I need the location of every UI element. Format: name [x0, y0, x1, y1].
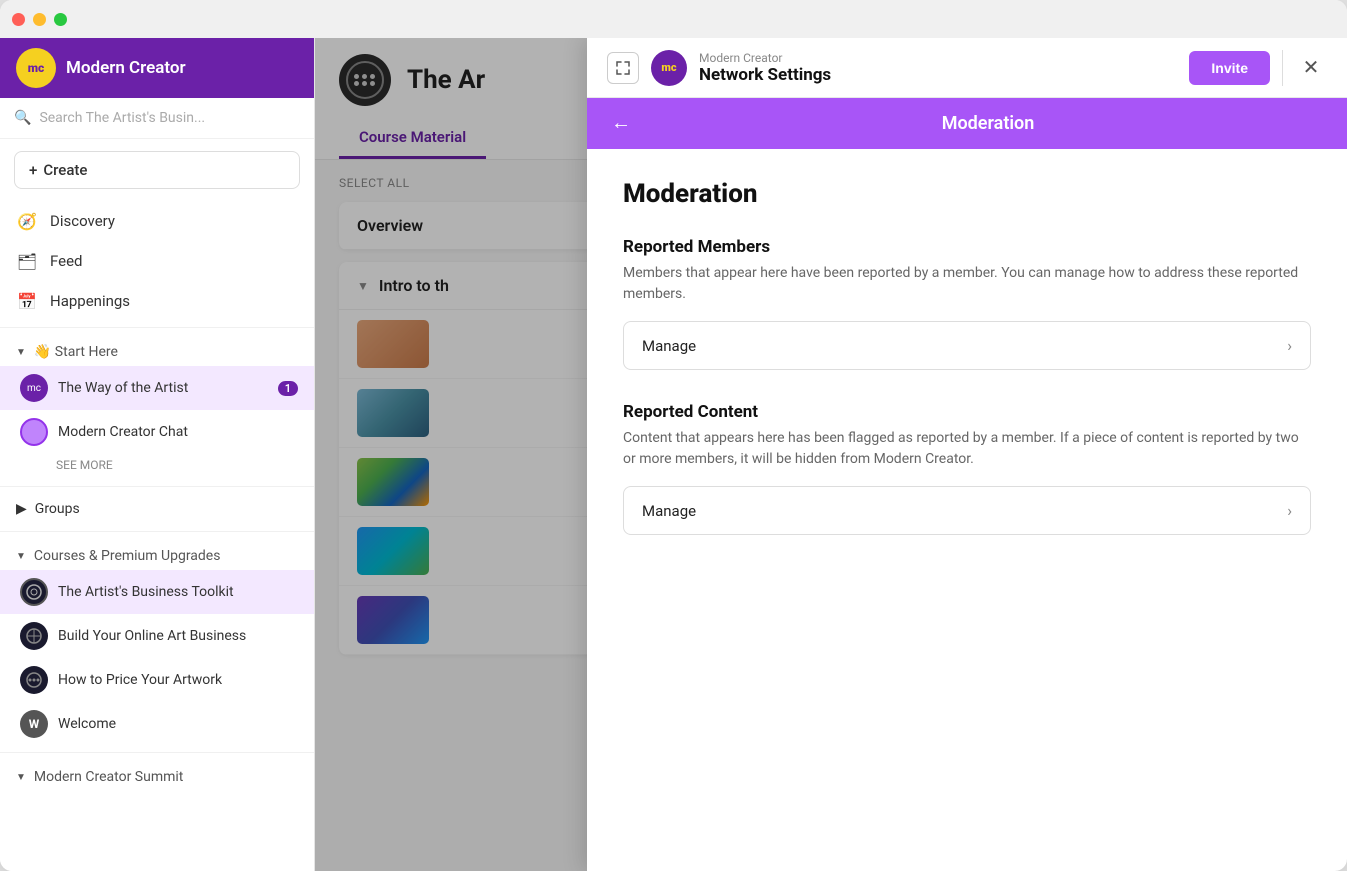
way-artist-badge: 1	[278, 381, 298, 396]
app-window: mc Modern Creator 🔍 Search The Artist's …	[0, 0, 1347, 871]
artists-toolkit-label: The Artist's Business Toolkit	[58, 584, 234, 600]
minimize-dot[interactable]	[33, 13, 46, 26]
divider-2	[0, 486, 314, 487]
happenings-icon: 📅	[16, 290, 38, 312]
create-button[interactable]: + Create	[14, 151, 300, 189]
sidebar-item-welcome[interactable]: W Welcome	[0, 702, 314, 746]
main-content: The Ar Course Material SELECT ALL Overvi…	[315, 38, 1347, 871]
way-artist-label: The Way of the Artist	[58, 380, 188, 396]
modern-creator-chat-icon	[20, 418, 48, 446]
feed-label: Feed	[50, 252, 83, 270]
discovery-label: Discovery	[50, 212, 115, 230]
how-to-price-icon	[20, 666, 48, 694]
how-to-price-label: How to Price Your Artwork	[58, 672, 222, 688]
maximize-dot[interactable]	[54, 13, 67, 26]
reported-content-manage-label: Manage	[642, 502, 696, 520]
expand-button[interactable]	[607, 52, 639, 84]
modal-logo: mc	[651, 50, 687, 86]
search-placeholder-text: Search The Artist's Busin...	[39, 110, 205, 126]
welcome-label: Welcome	[58, 716, 116, 732]
sidebar: mc Modern Creator 🔍 Search The Artist's …	[0, 38, 315, 871]
sidebar-item-way-of-artist[interactable]: mc The Way of the Artist 1	[0, 366, 314, 410]
sidebar-item-groups[interactable]: ▶ Groups	[0, 493, 314, 525]
sidebar-header: mc Modern Creator	[0, 38, 314, 98]
reported-content-desc: Content that appears here has been flagg…	[623, 428, 1311, 470]
titlebar	[0, 0, 1347, 38]
create-label: Create	[43, 161, 87, 179]
modal-body: Moderation Reported Members Members that…	[587, 149, 1347, 871]
modal-topbar: mc Modern Creator Network Settings Invit…	[587, 38, 1347, 98]
reported-members-manage[interactable]: Manage ›	[623, 321, 1311, 370]
search-icon: 🔍	[14, 110, 31, 126]
plus-icon: +	[29, 161, 37, 179]
divider-1	[0, 327, 314, 328]
back-button[interactable]: ←	[607, 112, 635, 135]
modal-network-settings: mc Modern Creator Network Settings Invit…	[587, 38, 1347, 871]
reported-content-manage[interactable]: Manage ›	[623, 486, 1311, 535]
modal-section-header: ← Moderation	[587, 98, 1347, 149]
section-summit[interactable]: ▼ Modern Creator Summit	[0, 759, 314, 791]
way-artist-icon: mc	[20, 374, 48, 402]
close-dot[interactable]	[12, 13, 25, 26]
groups-arrow: ▶	[16, 501, 27, 517]
reported-members-manage-label: Manage	[642, 337, 696, 355]
invite-button[interactable]: Invite	[1189, 51, 1270, 85]
sidebar-item-modern-creator-chat[interactable]: Modern Creator Chat	[0, 410, 314, 454]
reported-members-title: Reported Members	[623, 237, 1311, 257]
divider-3	[0, 531, 314, 532]
happenings-label: Happenings	[50, 292, 130, 310]
close-button[interactable]: ✕	[1295, 52, 1327, 84]
start-here-arrow: ▼	[16, 347, 26, 358]
modern-creator-chat-label: Modern Creator Chat	[58, 424, 188, 440]
build-business-icon	[20, 622, 48, 650]
reported-members-desc: Members that appear here have been repor…	[623, 263, 1311, 305]
reported-content-title: Reported Content	[623, 402, 1311, 422]
sidebar-item-feed[interactable]: 🗂 Feed	[0, 241, 314, 281]
modal-title-group: Modern Creator Network Settings	[699, 51, 1177, 85]
divider-4	[0, 752, 314, 753]
modal-network-title: Network Settings	[699, 65, 1177, 85]
courses-arrow: ▼	[16, 551, 26, 562]
sidebar-brand-name: Modern Creator	[66, 58, 186, 78]
sidebar-search[interactable]: 🔍 Search The Artist's Busin...	[0, 98, 314, 139]
moderation-header-label: Moderation	[649, 113, 1327, 134]
discovery-icon: 🧭	[16, 210, 38, 232]
welcome-icon: W	[20, 710, 48, 738]
app-body: mc Modern Creator 🔍 Search The Artist's …	[0, 38, 1347, 871]
modal-subtitle: Modern Creator	[699, 51, 1177, 65]
build-business-label: Build Your Online Art Business	[58, 628, 246, 644]
see-more-link[interactable]: SEE MORE	[0, 454, 314, 480]
sidebar-item-discovery[interactable]: 🧭 Discovery	[0, 201, 314, 241]
summit-label: Modern Creator Summit	[34, 769, 183, 785]
section-courses[interactable]: ▼ Courses & Premium Upgrades	[0, 538, 314, 570]
reported-members-section: Reported Members Members that appear her…	[623, 237, 1311, 370]
sidebar-logo: mc	[16, 48, 56, 88]
chevron-right-icon-2: ›	[1287, 501, 1292, 520]
sidebar-item-how-to-price[interactable]: How to Price Your Artwork	[0, 658, 314, 702]
courses-label: Courses & Premium Upgrades	[34, 548, 221, 564]
sidebar-item-build-online-business[interactable]: Build Your Online Art Business	[0, 614, 314, 658]
feed-icon: 🗂	[16, 250, 38, 272]
sidebar-item-artists-toolkit[interactable]: The Artist's Business Toolkit	[0, 570, 314, 614]
groups-label: Groups	[35, 501, 80, 517]
separator	[1282, 50, 1283, 86]
section-start-here[interactable]: ▼ 👋 Start Here	[0, 334, 314, 366]
sidebar-item-happenings[interactable]: 📅 Happenings	[0, 281, 314, 321]
moderation-title: Moderation	[623, 179, 1311, 209]
chevron-right-icon-1: ›	[1287, 336, 1292, 355]
artists-toolkit-icon	[20, 578, 48, 606]
summit-arrow: ▼	[16, 772, 26, 783]
reported-content-section: Reported Content Content that appears he…	[623, 402, 1311, 535]
start-here-label: 👋 Start Here	[34, 344, 118, 360]
